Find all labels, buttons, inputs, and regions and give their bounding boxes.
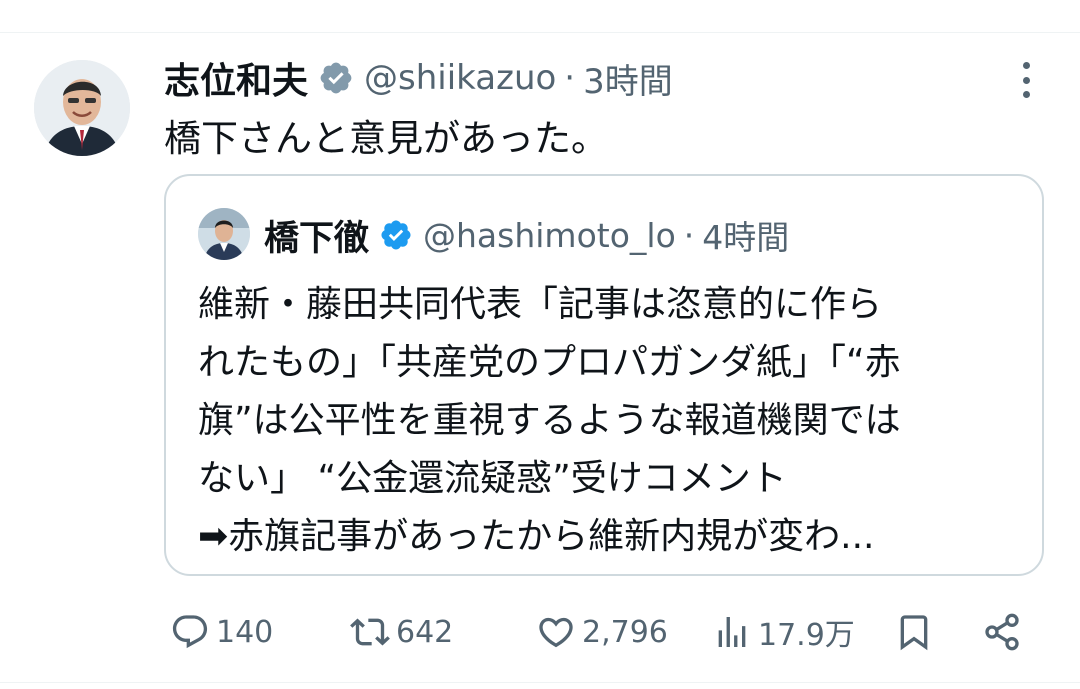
action-bar: 140 642 2,796 17.9万 (0, 600, 1080, 664)
quoted-text-line: 旗”は公平性を重視するような報道機関では (198, 400, 901, 441)
bookmark-icon (900, 615, 928, 651)
quoted-author-avatar[interactable] (198, 208, 250, 260)
more-icon[interactable] (1016, 62, 1036, 98)
separator-dot: · (683, 215, 695, 255)
quoted-text-line: ない」 “公金還流疑惑”受けコメント (198, 458, 787, 499)
bottom-divider (0, 682, 1080, 683)
views-icon (718, 617, 746, 647)
verified-badge-icon (381, 220, 411, 250)
quoted-author-handle[interactable]: @hashimoto_lo (423, 216, 676, 255)
repost-count: 642 (396, 614, 454, 650)
bookmark-button[interactable] (894, 600, 934, 664)
tweet-header: 志位和夫 @shiikazuo · 3時間 (164, 50, 673, 106)
like-count: 2,796 (582, 614, 668, 650)
repost-button[interactable]: 642 (350, 600, 453, 664)
separator-dot: · (564, 58, 576, 98)
repost-icon (350, 618, 390, 646)
tweet-text: 橋下さんと意見があった。 (164, 117, 608, 160)
views-button[interactable]: 17.9万 (712, 600, 855, 664)
author-avatar[interactable] (34, 60, 130, 156)
quoted-tweet[interactable]: 橋下徹 @hashimoto_lo · 4時間 維新・藤田共同代表「記事は恣意的… (164, 174, 1044, 576)
author-handle[interactable]: @shiikazuo (364, 58, 556, 98)
verified-badge-icon (320, 62, 352, 94)
like-icon (539, 617, 573, 648)
reply-count: 140 (216, 614, 274, 650)
quoted-text-line: 維新・藤田共同代表「記事は恣意的に作ら (198, 284, 883, 325)
post-time[interactable]: 3時間 (583, 54, 673, 103)
share-icon (985, 613, 1019, 651)
author-name[interactable]: 志位和夫 (164, 52, 308, 104)
views-count: 17.9万 (758, 618, 855, 653)
quoted-tweet-header: 橋下徹 @hashimoto_lo · 4時間 (264, 206, 789, 264)
like-button[interactable]: 2,796 (536, 600, 668, 664)
reply-icon (172, 615, 208, 649)
quoted-text-line: ➡赤旗記事があったから維新内規が変わ... (198, 516, 875, 557)
reply-button[interactable]: 140 (170, 600, 273, 664)
quoted-post-time[interactable]: 4時間 (702, 211, 789, 259)
share-button[interactable] (982, 600, 1022, 664)
tweet[interactable]: 志位和夫 @shiikazuo · 3時間 橋下さんと意見があった。 橋下徹 @… (0, 0, 1080, 689)
quoted-tweet-text: 維新・藤田共同代表「記事は恣意的に作ら れたもの」「共産党のプロパガンダ紙」「“… (198, 276, 1028, 566)
quoted-text-line: れたもの」「共産党のプロパガンダ紙」「“赤 (198, 342, 901, 383)
quoted-author-name[interactable]: 橋下徹 (264, 210, 369, 261)
